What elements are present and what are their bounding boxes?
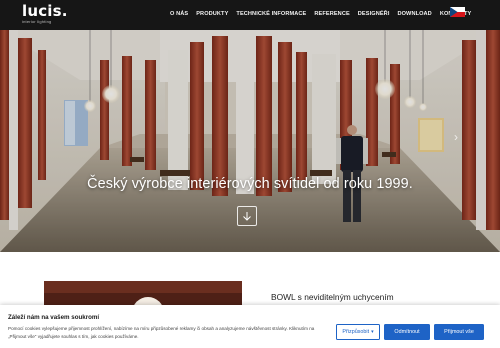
site-header: lucis. interior lighting O NÁS PRODUKTY … [0, 0, 500, 30]
reject-button[interactable]: Odmítnout [384, 324, 430, 340]
cookie-banner: Záleží nám na vašem soukromí Pomocí cook… [0, 305, 500, 348]
customize-button[interactable]: Přizpůsobit ▾ [336, 324, 380, 340]
cookie-text: Pomocí cookies vylepšujeme přijemnost pr… [8, 326, 315, 339]
nav-item-o-nas[interactable]: O NÁS [170, 11, 188, 17]
chevron-down-icon: ▾ [371, 329, 374, 335]
customize-button-label: Přizpůsobit [342, 329, 370, 335]
czech-flag-icon[interactable] [450, 7, 465, 17]
arrow-down-icon [243, 212, 251, 221]
nav-item-reference[interactable]: REFERENCE [314, 11, 349, 17]
nav-item-produkty[interactable]: PRODUKTY [196, 11, 228, 17]
logo-text: lucis. [22, 2, 68, 20]
nav-item-download[interactable]: DOWNLOAD [397, 11, 431, 17]
cookie-title: Záleží nám na vašem soukromí [8, 314, 100, 321]
scroll-down-button[interactable] [237, 206, 257, 226]
logo[interactable]: lucis. interior lighting [22, 3, 68, 24]
product-title[interactable]: BOWL s neviditelným uchycením [271, 292, 394, 302]
nav-item-designeri[interactable]: DESIGNÉŘI [358, 11, 390, 17]
hero-title: Český výrobce interiérových svítidel od … [87, 176, 413, 192]
chevron-right-icon[interactable]: › [454, 130, 458, 144]
nav-item-technicke-informace[interactable]: TECHNICKÉ INFORMACE [236, 11, 306, 17]
main-nav: O NÁS PRODUKTY TECHNICKÉ INFORMACE REFER… [170, 11, 471, 17]
hero-banner: Český výrobce interiérových svítidel od … [0, 30, 500, 252]
accept-all-button[interactable]: Přijmout vše [434, 324, 484, 340]
